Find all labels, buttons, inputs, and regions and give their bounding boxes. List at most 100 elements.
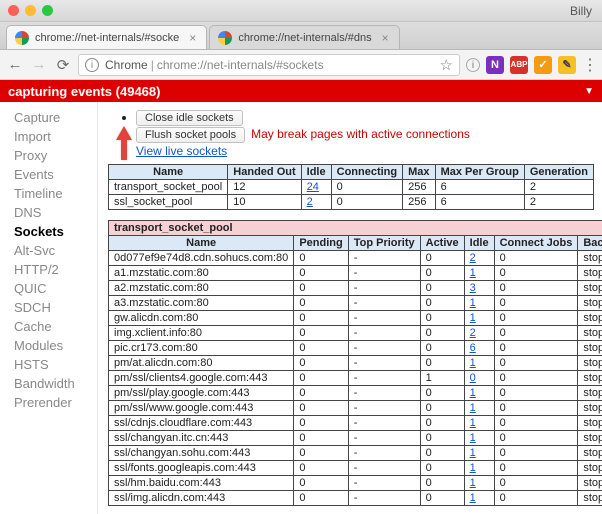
- column-header: Handed Out: [228, 165, 301, 180]
- browser-menu-icon[interactable]: ⋮: [582, 55, 596, 75]
- idle-link[interactable]: 2: [307, 196, 313, 208]
- sidebar-item-sdch[interactable]: SDCH: [0, 298, 97, 317]
- idle-count-link[interactable]: 2: [470, 252, 476, 264]
- forward-button[interactable]: →: [30, 56, 48, 73]
- table-row: ssl_socket_pool102025662: [109, 195, 594, 210]
- idle-count-link[interactable]: 1: [470, 357, 476, 369]
- idle-count-link[interactable]: 1: [470, 267, 476, 279]
- idle-count-link[interactable]: 1: [470, 417, 476, 429]
- view-live-sockets-link[interactable]: View live sockets: [136, 144, 227, 158]
- idle-count-link[interactable]: 1: [470, 402, 476, 414]
- column-header: Idle: [464, 236, 494, 251]
- sidebar-item-import[interactable]: Import: [0, 127, 97, 146]
- zoom-window-icon[interactable]: [42, 5, 53, 16]
- keep-extension-icon[interactable]: ✎: [558, 56, 576, 74]
- idle-count-link[interactable]: 0: [470, 372, 476, 384]
- url-scheme-label: Chrome: [105, 58, 148, 72]
- table-row: gw.alicdn.com:800-010stoppedfalse: [109, 311, 602, 326]
- sidebar-item-capture[interactable]: Capture: [0, 108, 97, 127]
- pool-title: transport_socket_pool: [109, 221, 602, 236]
- sidebar-item-dns[interactable]: DNS: [0, 203, 97, 222]
- idle-count-link[interactable]: 1: [470, 477, 476, 489]
- sidebar-item-hsts[interactable]: HSTS: [0, 355, 97, 374]
- close-tab-icon[interactable]: ×: [382, 32, 389, 44]
- browser-tab[interactable]: chrome://net-internals/#dns ×: [209, 25, 399, 49]
- column-header: Idle: [301, 165, 331, 180]
- idle-count-link[interactable]: 1: [470, 432, 476, 444]
- column-header: Generation: [524, 165, 593, 180]
- table-row: ssl/fonts.googleapis.com:4430-010stopped…: [109, 461, 602, 476]
- reload-button[interactable]: ⟳: [54, 56, 72, 74]
- site-info-icon[interactable]: i: [85, 58, 99, 72]
- socket-pool-summary-table: NameHanded OutIdleConnectingMaxMax Per G…: [108, 164, 594, 210]
- capture-count: (49468): [116, 84, 161, 99]
- capture-banner[interactable]: capturing events (49468) ▼: [0, 80, 602, 102]
- info-extension-icon[interactable]: i: [466, 58, 480, 72]
- sidebar-item-altsvc[interactable]: Alt-Svc: [0, 241, 97, 260]
- column-header: Connect Jobs: [494, 236, 578, 251]
- close-tab-icon[interactable]: ×: [189, 32, 196, 44]
- idle-count-link[interactable]: 3: [470, 282, 476, 294]
- table-row: pm/ssl/clients4.google.com:4430-100stopp…: [109, 371, 602, 386]
- window-titlebar: Billy: [0, 0, 602, 22]
- idle-count-link[interactable]: 1: [470, 447, 476, 459]
- sidebar-item-bandwidth[interactable]: Bandwidth: [0, 374, 97, 393]
- table-row: img.xclient.info:800-020stoppedfalse: [109, 326, 602, 341]
- address-bar[interactable]: i Chrome | chrome://net-internals/#socke…: [78, 54, 460, 76]
- profile-name[interactable]: Billy: [570, 4, 592, 18]
- table-row: ssl/cdnjs.cloudflare.com:4430-010stopped…: [109, 416, 602, 431]
- onenote-extension-icon[interactable]: N: [486, 56, 504, 74]
- bookmark-icon[interactable]: ☆: [440, 56, 453, 74]
- sidebar-item-cache[interactable]: Cache: [0, 317, 97, 336]
- sidebar-item-events[interactable]: Events: [0, 165, 97, 184]
- idle-count-link[interactable]: 1: [470, 387, 476, 399]
- close-idle-sockets-button[interactable]: Close idle sockets: [136, 110, 243, 126]
- sidebar-item-http2[interactable]: HTTP/2: [0, 260, 97, 279]
- flush-socket-pools-button[interactable]: Flush socket pools: [136, 127, 245, 143]
- idle-count-link[interactable]: 1: [470, 312, 476, 324]
- main-panel: Close idle sockets Flush socket pools May…: [98, 102, 602, 514]
- idle-count-link[interactable]: 1: [470, 297, 476, 309]
- favicon-icon: [15, 31, 29, 45]
- close-window-icon[interactable]: [8, 5, 19, 16]
- socket-pool-detail-table: transport_socket_pool NamePendingTop Pri…: [108, 220, 602, 506]
- table-row: pic.cr173.com:800-060stoppedfalse: [109, 341, 602, 356]
- sidebar-item-prerender[interactable]: Prerender: [0, 393, 97, 412]
- back-button[interactable]: ←: [6, 56, 24, 73]
- column-header: Pending: [294, 236, 348, 251]
- tab-title: chrome://net-internals/#dns: [238, 32, 371, 44]
- browser-toolbar: ← → ⟳ i Chrome | chrome://net-internals/…: [0, 50, 602, 80]
- table-row: transport_socket_pool1224025662: [109, 180, 594, 195]
- adblock-extension-icon[interactable]: ABP: [510, 56, 528, 74]
- sidebar-item-proxy[interactable]: Proxy: [0, 146, 97, 165]
- extension-icon-orange[interactable]: ✓: [534, 56, 552, 74]
- table-row: pm/at.alicdn.com:800-010stoppedfalse: [109, 356, 602, 371]
- tab-title: chrome://net-internals/#socke: [35, 32, 179, 44]
- capture-label: capturing events: [8, 84, 112, 99]
- browser-tab[interactable]: chrome://net-internals/#socke ×: [6, 25, 207, 49]
- idle-count-link[interactable]: 2: [470, 327, 476, 339]
- idle-count-link[interactable]: 1: [470, 462, 476, 474]
- table-row: a1.mzstatic.com:800-010stoppedfalse: [109, 266, 602, 281]
- new-tab-button[interactable]: [406, 33, 426, 49]
- window-controls: [8, 5, 53, 16]
- column-header: Name: [109, 236, 294, 251]
- column-header: Active: [420, 236, 464, 251]
- table-row: pm/ssl/play.google.com:4430-010stoppedfa…: [109, 386, 602, 401]
- idle-link[interactable]: 24: [307, 181, 319, 193]
- chevron-down-icon[interactable]: ▼: [584, 86, 594, 97]
- sidebar-item-sockets[interactable]: Sockets: [0, 222, 97, 241]
- sidebar-item-timeline[interactable]: Timeline: [0, 184, 97, 203]
- idle-count-link[interactable]: 6: [470, 342, 476, 354]
- column-header: Connecting: [331, 165, 403, 180]
- flush-warning: May break pages with active connections: [251, 127, 470, 141]
- sidebar-item-quic[interactable]: QUIC: [0, 279, 97, 298]
- table-row: a3.mzstatic.com:800-010stoppedfalse: [109, 296, 602, 311]
- sidebar-item-modules[interactable]: Modules: [0, 336, 97, 355]
- minimize-window-icon[interactable]: [25, 5, 36, 16]
- idle-count-link[interactable]: 1: [470, 492, 476, 504]
- table-row: ssl/hm.baidu.com:4430-010stoppedfalse: [109, 476, 602, 491]
- column-header: Name: [109, 165, 228, 180]
- favicon-icon: [218, 31, 232, 45]
- column-header: Max: [403, 165, 435, 180]
